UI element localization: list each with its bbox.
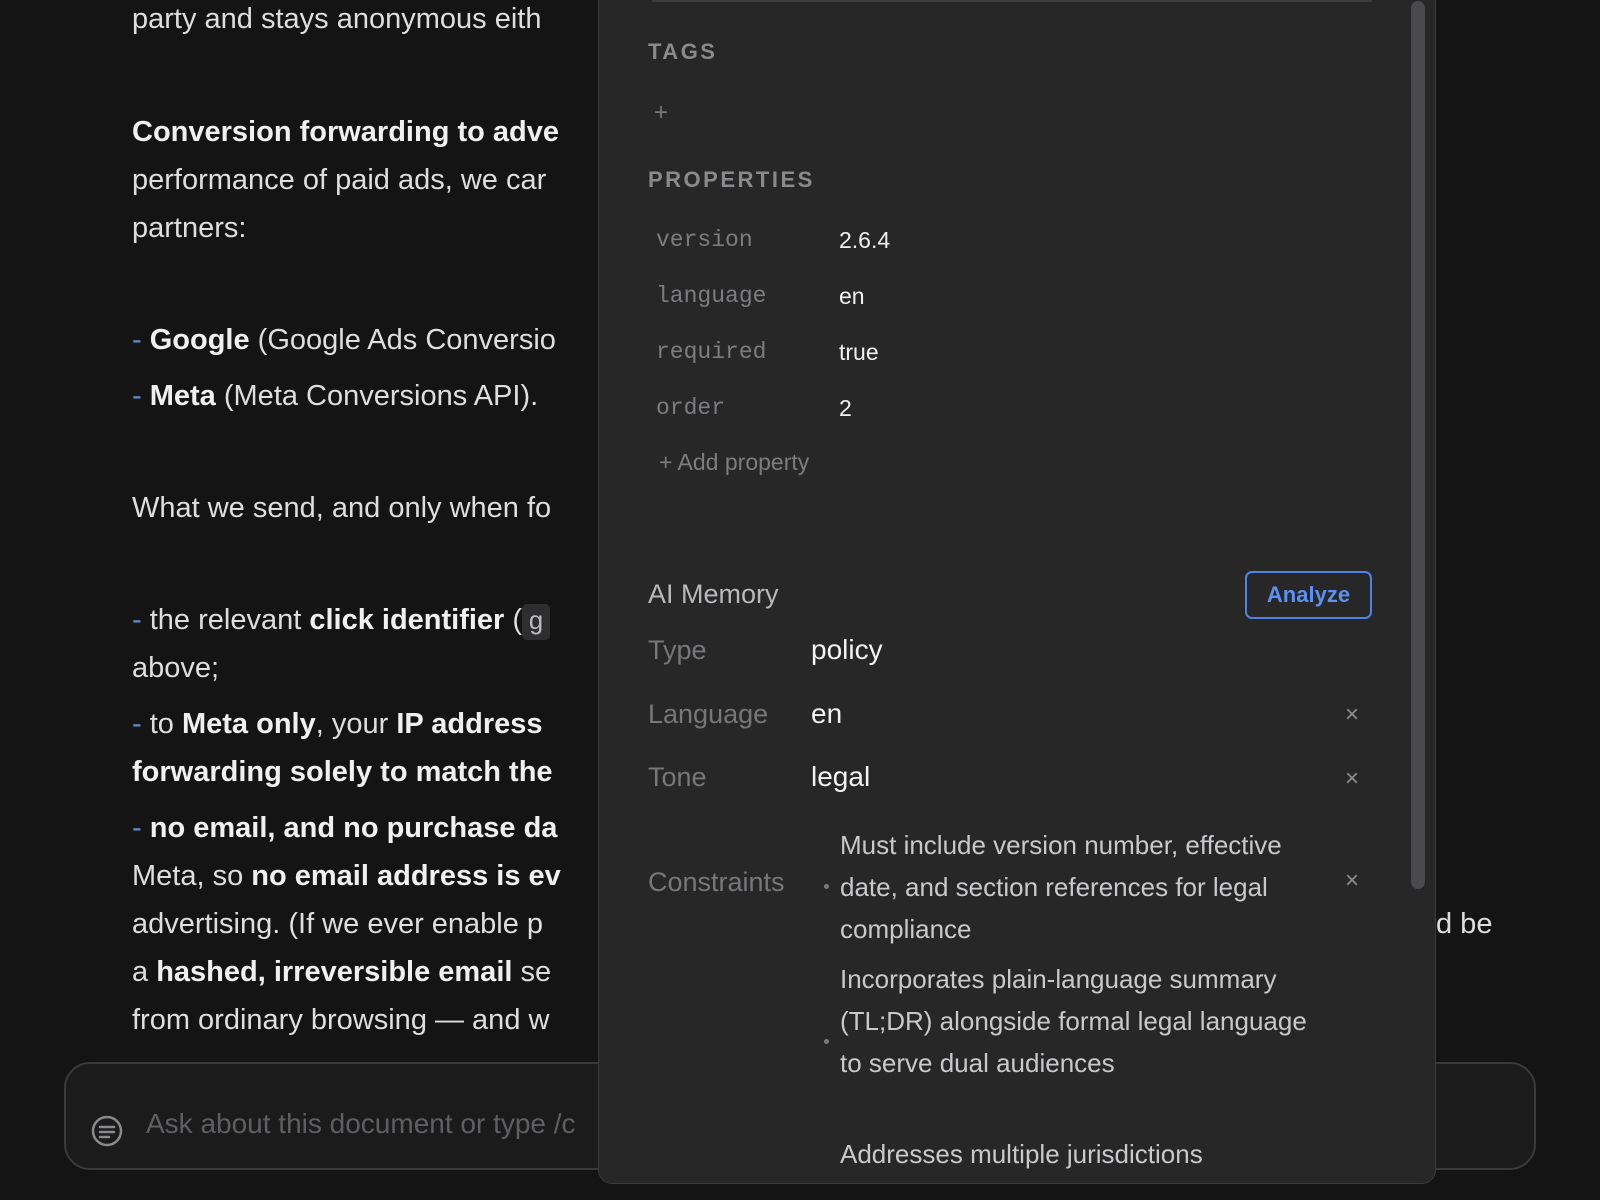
memory-type-value: policy (811, 634, 883, 665)
doc-line: advertising. (If we ever enable p (132, 900, 543, 948)
tags-heading: TAGS (648, 39, 718, 64)
doc-bold-text: Meta (149, 380, 216, 412)
doc-line: a hashed, irreversible email se (132, 948, 551, 996)
property-value-required[interactable]: true (839, 339, 879, 366)
memory-constraints-label: Constraints (648, 867, 785, 897)
doc-list-item: - the relevant click identifier (g (132, 596, 550, 644)
property-key-version: version (656, 227, 753, 253)
constraint-item: Addresses multiple jurisdictions (840, 1139, 1203, 1169)
doc-text: , your (315, 708, 397, 740)
doc-line-tail: d be (1436, 900, 1492, 948)
memory-type-label: Type (648, 635, 707, 665)
doc-text: above; (132, 652, 220, 684)
doc-list-item: - Meta (Meta Conversions API). (132, 372, 538, 420)
doc-line: performance of paid ads, we car (132, 156, 546, 204)
property-key-required: required (656, 339, 767, 365)
chat-input-placeholder[interactable]: Ask about this document or type /c (146, 1108, 576, 1140)
list-dash: - (132, 324, 142, 356)
constraint-item: Must include version number, effective d… (840, 830, 1282, 944)
doc-bold-text: Conversion forwarding to adve (132, 116, 559, 148)
doc-text: from ordinary browsing — and w (132, 1004, 550, 1036)
list-dash: - (132, 708, 142, 740)
property-key-order: order (656, 395, 726, 421)
doc-text: ( (504, 604, 523, 636)
document-properties-panel: TAGS + PROPERTIES version 2.6.4 language… (598, 0, 1436, 1184)
list-dash: - (132, 380, 142, 412)
constraint-bullet (824, 884, 829, 889)
property-key-language: language (656, 283, 767, 309)
doc-line: partners: (132, 204, 246, 252)
doc-bold-text: Google (149, 324, 250, 356)
doc-text: (Meta Conversions API). (215, 380, 539, 412)
doc-text: Meta, so (132, 860, 252, 892)
doc-line: from ordinary browsing — and w (132, 996, 549, 1044)
doc-bold-text: no email address is ev (251, 860, 561, 892)
doc-text: partners: (132, 212, 247, 244)
property-value-language[interactable]: en (839, 283, 865, 310)
memory-tone-value: legal (811, 761, 871, 792)
doc-list-item: - Google (Google Ads Conversio (132, 316, 556, 364)
doc-bold-text: hashed, irreversible email (156, 956, 513, 988)
doc-text: a (132, 956, 157, 988)
doc-line: forwarding solely to match the (132, 748, 553, 796)
property-value-order[interactable]: 2 (839, 395, 852, 422)
doc-line: Meta, so no email address is ev (132, 852, 561, 900)
doc-text: to (141, 708, 182, 740)
doc-bold-text: no email, and no purchase da (149, 812, 558, 844)
list-dash: - (132, 812, 142, 844)
add-tag-button[interactable]: + (654, 99, 668, 127)
doc-text: (Google Ads Conversio (249, 324, 556, 356)
constraint-item: Incorporates plain-language summary (TL;… (840, 964, 1307, 1078)
memory-language-value: en (811, 698, 843, 729)
properties-heading: PROPERTIES (648, 167, 815, 192)
doc-list-item: - to Meta only, your IP address (132, 700, 543, 748)
doc-list-item: - no email, and no purchase da (132, 804, 557, 852)
memory-language-label: Language (648, 699, 769, 729)
doc-line: party and stays anonymous eith (132, 0, 541, 43)
add-property-button[interactable]: + Add property (659, 449, 809, 476)
panel-divider (652, 0, 1372, 2)
remove-tone-close-icon[interactable]: × (1345, 765, 1359, 793)
constraint-bullet (824, 1039, 829, 1044)
memory-tone-label: Tone (648, 762, 707, 792)
doc-line: What we send, and only when fo (132, 484, 551, 532)
doc-text: advertising. (If we ever enable p (132, 908, 544, 940)
ai-memory-title: AI Memory (648, 579, 779, 609)
doc-line: above; (132, 644, 219, 692)
list-dash: - (132, 604, 142, 636)
doc-text: d be (1436, 908, 1493, 940)
remove-constraint-close-icon[interactable]: × (1345, 867, 1359, 895)
doc-text: What we send, and only when fo (132, 492, 552, 524)
doc-text: performance of paid ads, we car (132, 164, 547, 196)
doc-text: the relevant (141, 604, 310, 636)
chat-bubble-icon (91, 1115, 123, 1147)
doc-bold-text: forwarding solely to match the (132, 756, 553, 788)
panel-scrollbar[interactable] (1411, 1, 1425, 889)
doc-text: party and stays anonymous eith (132, 3, 542, 35)
doc-bold-text: Meta only (181, 708, 316, 740)
analyze-button[interactable]: Analyze (1245, 571, 1372, 619)
inline-code: g (522, 604, 550, 640)
doc-line: Conversion forwarding to adve (132, 108, 559, 156)
remove-language-close-icon[interactable]: × (1345, 701, 1359, 729)
doc-bold-text: IP address (396, 708, 543, 740)
doc-bold-text: click identifier (309, 604, 505, 636)
doc-text: se (512, 956, 552, 988)
property-value-version[interactable]: 2.6.4 (839, 227, 890, 254)
